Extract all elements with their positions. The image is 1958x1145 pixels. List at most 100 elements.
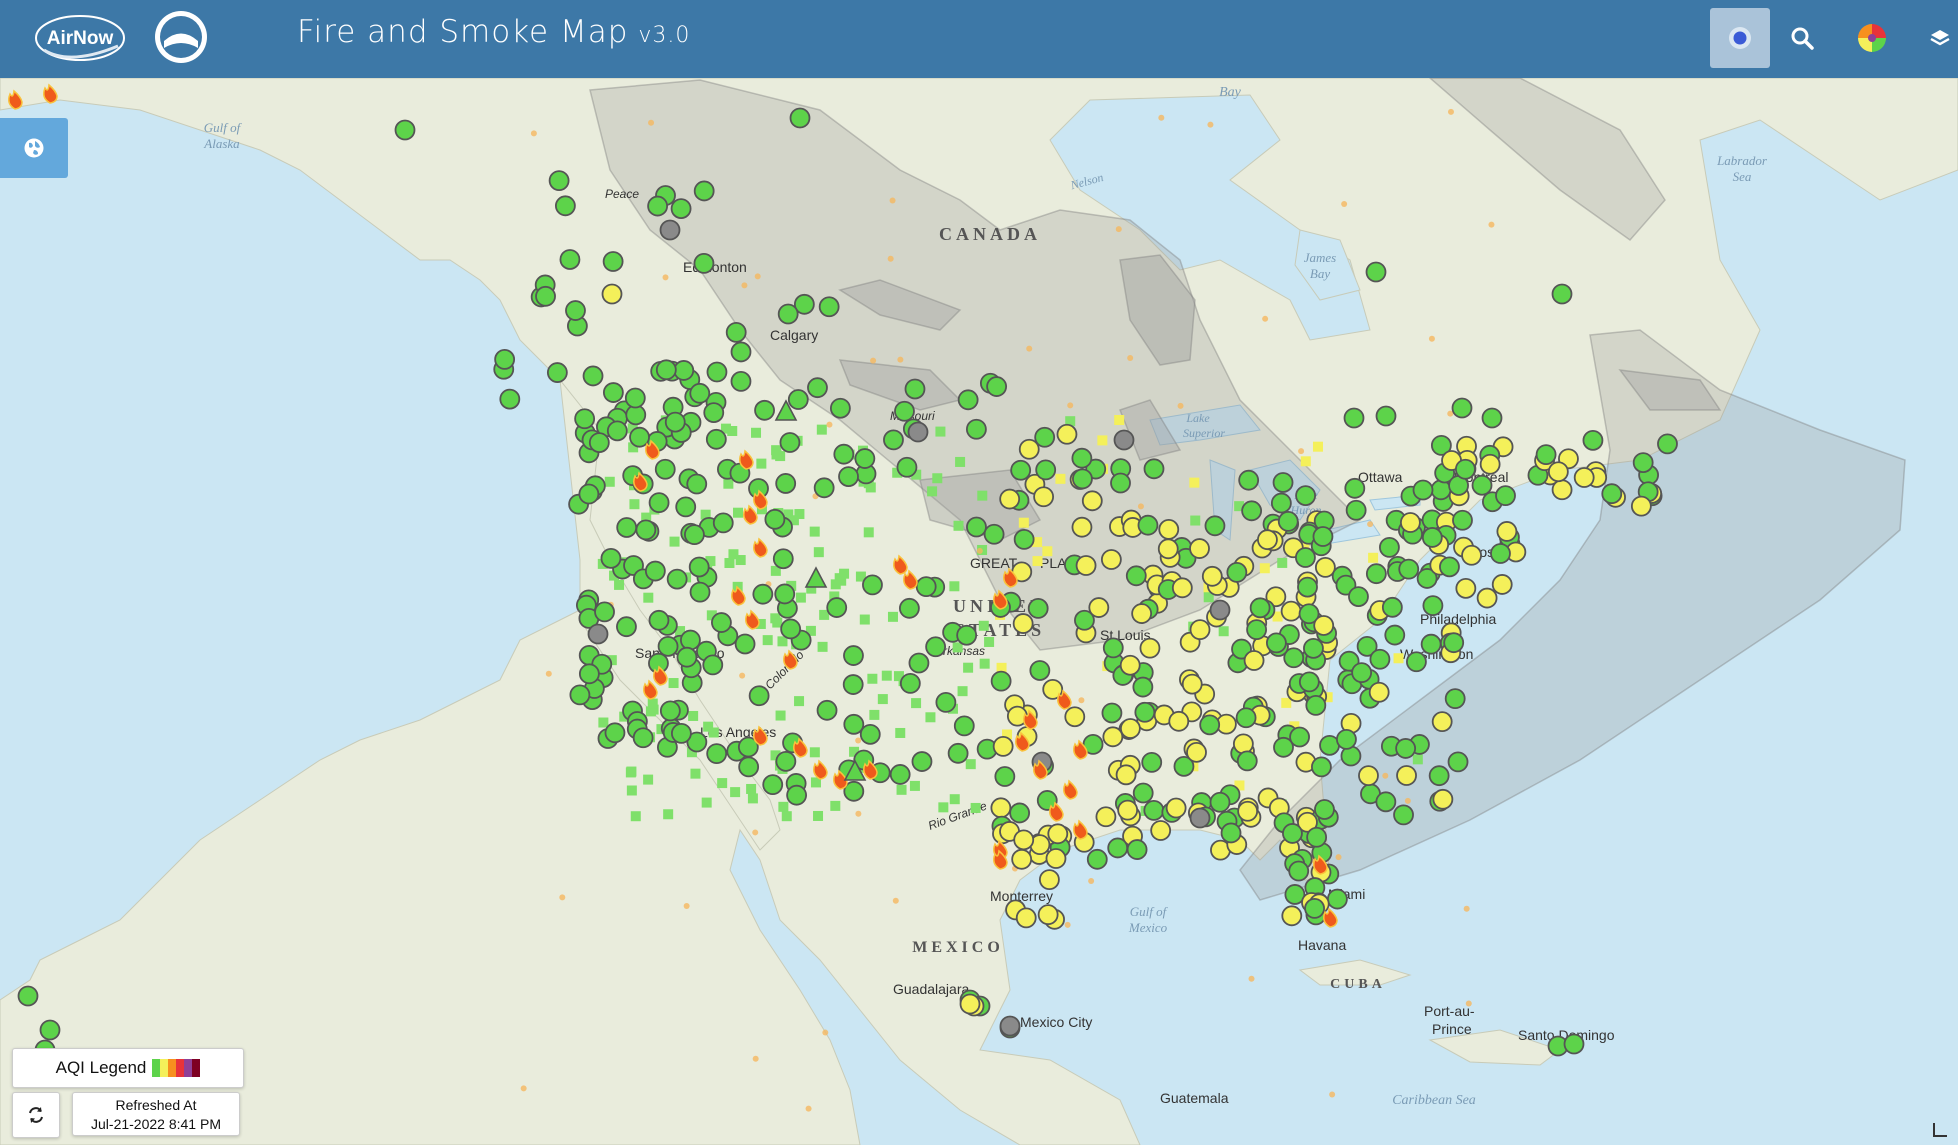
aqi-monitor-good[interactable] xyxy=(777,303,799,325)
aqi-monitor-good[interactable] xyxy=(647,195,668,217)
sensor-marker[interactable] xyxy=(1393,653,1404,664)
aqi-monitor-good[interactable] xyxy=(818,296,840,318)
aqi-monitor[interactable] xyxy=(1471,474,1493,496)
aqi-monitor[interactable] xyxy=(1396,765,1417,786)
aqi-monitor[interactable] xyxy=(1265,632,1287,654)
aqi-monitor-good[interactable] xyxy=(842,674,864,695)
aqi-monitor[interactable] xyxy=(1547,461,1569,483)
aqi-monitor-good[interactable] xyxy=(600,547,622,569)
sensor-marker[interactable] xyxy=(643,774,654,785)
aqi-monitor-good[interactable] xyxy=(883,429,904,451)
aqi-monitor[interactable] xyxy=(1439,556,1460,578)
sensor-marker[interactable] xyxy=(863,527,874,538)
aqi-monitor[interactable] xyxy=(1241,500,1263,522)
aqi-monitor[interactable] xyxy=(1132,782,1154,804)
aqi-monitor-good[interactable] xyxy=(559,249,581,270)
sensor-marker[interactable] xyxy=(877,694,888,705)
aqi-monitor[interactable] xyxy=(1165,797,1187,819)
aqi-monitor[interactable] xyxy=(1029,660,1051,681)
aqi-monitor-good[interactable] xyxy=(499,388,521,410)
aqi-monitor-good[interactable] xyxy=(953,715,975,737)
aqi-monitor[interactable] xyxy=(1143,458,1165,480)
aqi-monitor-moderate[interactable] xyxy=(1037,904,1059,926)
aqi-monitor[interactable] xyxy=(1312,526,1334,547)
aqi-monitor[interactable] xyxy=(1010,459,1032,481)
sensor-marker[interactable] xyxy=(955,456,966,467)
aqi-monitor-good[interactable] xyxy=(606,420,628,442)
sensor-marker[interactable] xyxy=(859,614,870,625)
sensor-marker[interactable] xyxy=(909,780,920,791)
sensor-marker[interactable] xyxy=(688,710,699,721)
aqi-monitor[interactable] xyxy=(1075,555,1097,576)
aqi-monitor[interactable] xyxy=(1102,637,1124,659)
aqi-monitor-no-data[interactable] xyxy=(1113,429,1135,451)
aqi-monitor[interactable] xyxy=(1141,751,1163,773)
aqi-monitor-good[interactable] xyxy=(673,360,695,381)
aqi-monitor[interactable] xyxy=(1157,538,1179,560)
sensor-marker[interactable] xyxy=(867,673,878,684)
aqi-monitor-good[interactable] xyxy=(644,560,666,582)
aqi-monitor-good[interactable] xyxy=(706,361,728,383)
aqi-monitor[interactable] xyxy=(1107,837,1129,859)
aqi-monitor-good[interactable] xyxy=(734,633,756,655)
aqi-monitor[interactable] xyxy=(1168,710,1190,732)
sensor-marker[interactable] xyxy=(830,800,841,811)
aqi-monitor-good[interactable] xyxy=(17,985,39,1007)
sensor-marker[interactable] xyxy=(839,568,850,579)
aqi-monitor[interactable] xyxy=(1398,558,1420,580)
aqi-monitor[interactable] xyxy=(1535,444,1557,466)
refresh-button[interactable] xyxy=(12,1092,60,1138)
aqi-monitor-good[interactable] xyxy=(554,195,576,217)
sensor-marker[interactable] xyxy=(1097,435,1108,446)
aqi-monitor[interactable] xyxy=(1101,702,1123,724)
aqi-monitor-no-data[interactable] xyxy=(587,623,609,645)
aqi-monitor-good[interactable] xyxy=(826,597,848,618)
aqi-monitor-good[interactable] xyxy=(789,107,811,129)
aqi-monitor[interactable] xyxy=(1277,511,1299,532)
aqi-monitor[interactable] xyxy=(1348,586,1369,607)
aqi-monitor[interactable] xyxy=(1086,848,1108,870)
sensor-marker[interactable] xyxy=(978,620,989,631)
aqi-monitor[interactable] xyxy=(1395,738,1417,759)
aqi-monitor[interactable] xyxy=(1455,577,1477,599)
aqi-monitor[interactable] xyxy=(1384,624,1406,646)
sensor-marker[interactable] xyxy=(817,641,828,652)
aqi-monitor[interactable] xyxy=(1447,751,1469,773)
aqi-monitor[interactable] xyxy=(1289,726,1310,748)
aqi-monitor[interactable] xyxy=(1345,499,1367,521)
aqi-monitor-moderate[interactable] xyxy=(959,993,981,1015)
aqi-monitor-good[interactable] xyxy=(762,774,784,796)
aqi-monitor[interactable] xyxy=(1126,839,1148,860)
aqi-monitor-good[interactable] xyxy=(816,699,838,721)
aqi-monitor-good[interactable] xyxy=(813,477,835,499)
sensor-marker[interactable] xyxy=(1032,556,1043,567)
aqi-monitor-good[interactable] xyxy=(752,583,774,605)
aqi-monitor[interactable] xyxy=(1125,565,1147,587)
sensor-marker[interactable] xyxy=(887,611,898,622)
sensor-marker[interactable] xyxy=(733,507,744,518)
aqi-monitor[interactable] xyxy=(1368,681,1390,703)
aqi-monitor[interactable] xyxy=(1421,527,1443,548)
aqi-monitor[interactable] xyxy=(1171,577,1193,599)
aqi-monitor-good[interactable] xyxy=(702,654,724,676)
aqi-monitor-good[interactable] xyxy=(655,359,677,381)
aqi-monitor-good[interactable] xyxy=(904,378,926,400)
aqi-monitor-good[interactable] xyxy=(648,609,670,631)
aqi-monitor[interactable] xyxy=(1393,804,1414,826)
aqi-monitor[interactable] xyxy=(1313,615,1335,636)
sensor-marker[interactable] xyxy=(963,662,974,673)
aqi-monitor-good[interactable] xyxy=(956,624,978,646)
aqi-monitor-good[interactable] xyxy=(1375,405,1397,427)
sensor-marker[interactable] xyxy=(1189,477,1200,488)
sensor-marker[interactable] xyxy=(1018,517,1029,528)
aqi-monitor-good[interactable] xyxy=(1563,1033,1585,1055)
aqi-monitor-moderate[interactable] xyxy=(1045,848,1067,869)
aqi-monitor[interactable] xyxy=(1443,632,1465,654)
aqi-monitor[interactable] xyxy=(1305,694,1327,716)
aqi-monitor-good[interactable] xyxy=(588,432,610,453)
aqi-monitor-good[interactable] xyxy=(705,428,727,450)
aqi-monitor-good[interactable] xyxy=(725,321,747,343)
sensor-marker[interactable] xyxy=(795,592,806,603)
aqi-monitor-good[interactable] xyxy=(711,612,732,633)
aqi-monitor[interactable] xyxy=(1311,756,1332,778)
